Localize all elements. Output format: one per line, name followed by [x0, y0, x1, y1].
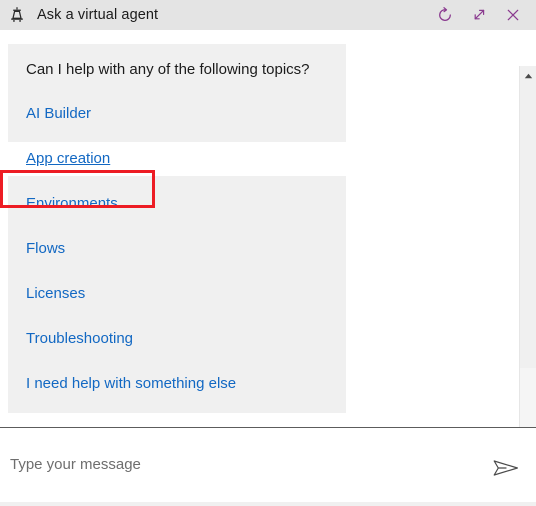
scrollbar-track[interactable]: [520, 368, 536, 427]
message-composer: [0, 428, 536, 506]
topic-link-licenses[interactable]: Licenses: [26, 285, 85, 302]
send-paper-plane-icon: [491, 456, 521, 480]
minimize-button[interactable]: [462, 0, 496, 30]
topic-suggestion-list: AI Builder App creation Environments Flo…: [8, 103, 346, 395]
refresh-button[interactable]: [428, 0, 462, 30]
bot-message-bubble: Can I help with any of the following top…: [8, 44, 346, 413]
composer-bottom-strip: [0, 502, 536, 506]
conversation-area: Can I help with any of the following top…: [0, 30, 536, 427]
list-item[interactable]: Licenses: [8, 283, 346, 305]
virtual-agent-window: Ask a virtual agent Can I help with any …: [0, 0, 536, 506]
titlebar-actions: [428, 0, 536, 30]
refresh-icon: [436, 6, 454, 24]
list-item[interactable]: App creation: [8, 142, 346, 176]
send-button[interactable]: [482, 444, 530, 492]
topic-link-ai-builder[interactable]: AI Builder: [26, 105, 91, 122]
close-button[interactable]: [496, 0, 530, 30]
message-input[interactable]: [0, 445, 482, 485]
vertical-scrollbar[interactable]: [519, 66, 536, 427]
titlebar-left: Ask a virtual agent: [0, 6, 428, 24]
topic-link-environments[interactable]: Environments: [26, 195, 118, 212]
triangle-up-icon: [524, 66, 533, 84]
scrollbar-thumb[interactable]: [520, 83, 536, 368]
window-title: Ask a virtual agent: [37, 7, 159, 23]
scrollbar-up-button[interactable]: [520, 66, 536, 83]
robot-agent-icon: [8, 6, 26, 24]
topic-link-flows[interactable]: Flows: [26, 240, 65, 257]
list-item[interactable]: Environments: [8, 193, 346, 215]
titlebar: Ask a virtual agent: [0, 0, 536, 30]
list-item[interactable]: Troubleshooting: [8, 328, 346, 350]
list-item[interactable]: AI Builder: [8, 103, 346, 125]
list-item[interactable]: I need help with something else: [8, 373, 346, 395]
close-icon: [504, 6, 522, 24]
collapse-diagonal-icon: [470, 6, 488, 24]
topic-link-troubleshooting[interactable]: Troubleshooting: [26, 330, 133, 347]
topic-link-something-else[interactable]: I need help with something else: [26, 375, 236, 392]
list-item[interactable]: Flows: [8, 238, 346, 260]
bot-message-prompt: Can I help with any of the following top…: [26, 61, 310, 78]
topic-link-app-creation[interactable]: App creation: [26, 150, 110, 167]
